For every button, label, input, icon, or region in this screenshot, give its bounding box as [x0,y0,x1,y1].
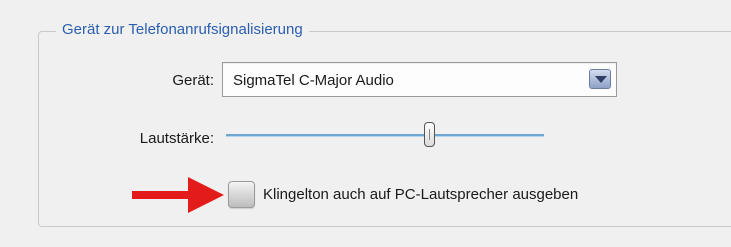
dropdown-button[interactable] [589,69,611,89]
groupbox-legend: Gerät zur Telefonanrufsignalisierung [56,19,309,41]
volume-slider-track[interactable] [226,134,544,137]
slider-grip-icon [428,129,430,140]
volume-slider-thumb[interactable] [423,122,435,147]
device-combobox[interactable]: SigmaTel C-Major Audio [222,62,617,97]
device-selected-value: SigmaTel C-Major Audio [233,72,394,89]
volume-slider[interactable] [226,120,544,150]
volume-label: Lautstärke: [139,130,214,147]
chevron-down-icon [595,76,607,83]
red-arrow-right-icon [132,177,224,213]
device-label: Gerät: [172,72,214,89]
ringtone-pc-speaker-label[interactable]: Klingelton auch auf PC-Lautsprecher ausg… [263,186,578,203]
ringtone-pc-speaker-checkbox[interactable] [228,181,255,208]
